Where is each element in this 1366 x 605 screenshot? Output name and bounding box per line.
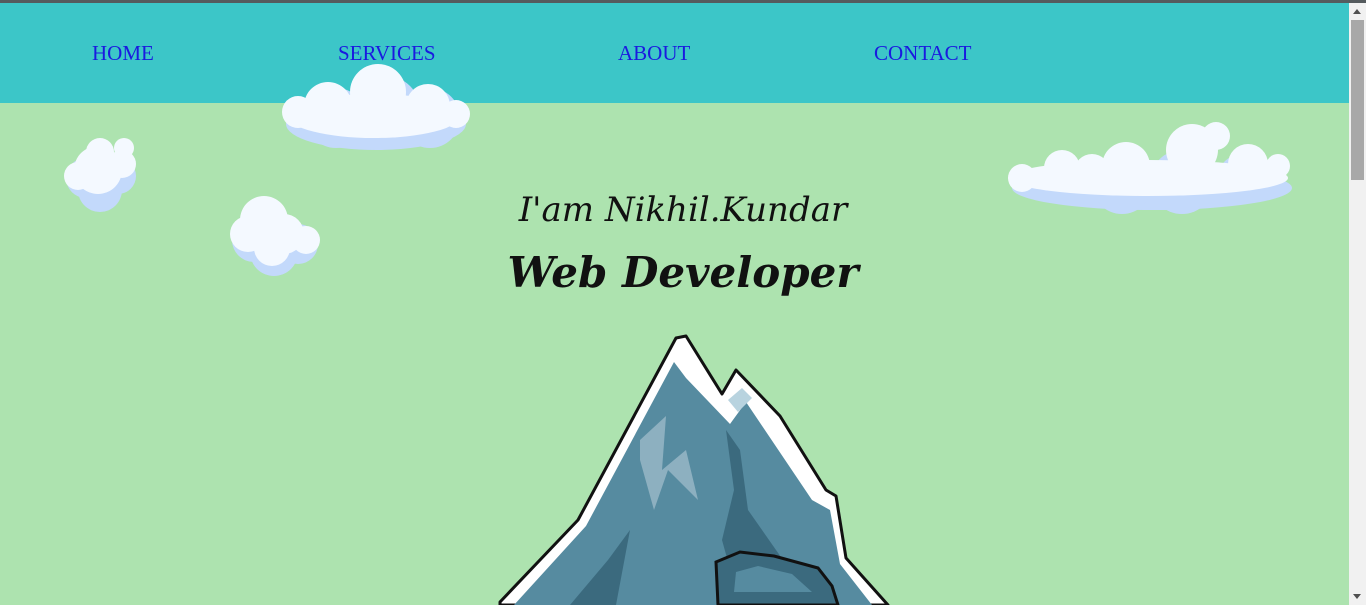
- scrollbar-thumb[interactable]: [1351, 20, 1364, 180]
- nav-link-home[interactable]: HOME: [92, 41, 154, 66]
- nav-link-about[interactable]: ABOUT: [618, 41, 690, 66]
- hero-greeting: I'am Nikhil.Kundar: [518, 190, 848, 230]
- mountain-illustration: [498, 334, 890, 605]
- vertical-scrollbar[interactable]: [1349, 3, 1366, 605]
- cloud-illustration: [282, 64, 470, 150]
- scroll-down-arrow-icon[interactable]: [1349, 588, 1366, 605]
- scroll-up-arrow-icon[interactable]: [1349, 3, 1366, 20]
- top-navigation-bar: HOME SERVICES ABOUT CONTACT: [0, 3, 1349, 103]
- hero-role-title: Web Developer: [507, 248, 859, 297]
- nav-link-contact[interactable]: CONTACT: [874, 41, 971, 66]
